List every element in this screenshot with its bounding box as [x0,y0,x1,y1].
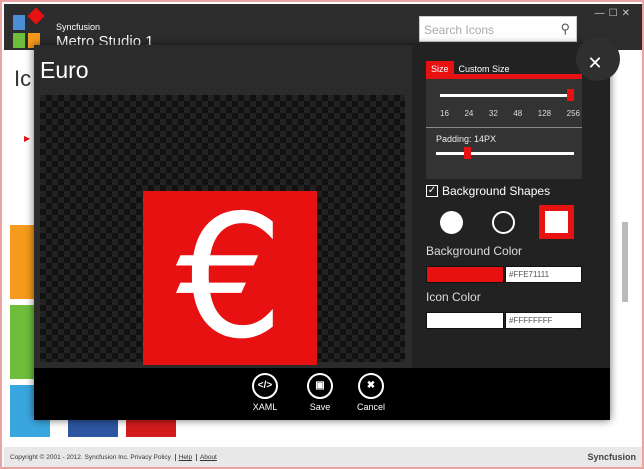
tick: 24 [464,109,474,118]
search-placeholder: Search Icons [424,23,495,37]
divider [426,127,582,128]
preview-canvas: € [40,95,405,365]
about-link[interactable]: About [195,454,217,461]
copyright-text: Copyright © 2001 - 2012. Syncfusion Inc.… [10,454,171,461]
tab-size[interactable]: Size [426,61,454,76]
search-icon[interactable]: ⚲ [560,21,570,37]
tick: 16 [440,109,449,118]
background-heading: Ic [14,66,32,91]
tick: 48 [513,109,523,118]
background-color-swatch[interactable] [426,266,504,283]
status-bar: Copyright © 2001 - 2012. Syncfusion Inc.… [4,447,642,467]
cancel-button[interactable]: ✖ Cancel [346,373,396,412]
scrollbar[interactable] [622,222,628,302]
search-input[interactable]: Search Icons ⚲ [419,16,577,42]
expand-arrow-icon[interactable]: ▶ [24,134,30,143]
background-shapes-label: Background Shapes [442,184,551,198]
outlined-circle-shape[interactable] [492,211,515,234]
euro-icon-preview: € [143,191,317,365]
tab-custom-size[interactable]: Custom Size [454,61,515,76]
save-label: Save [309,402,331,412]
window-controls[interactable]: —☐✕ [595,8,634,19]
icon-color-label: Icon Color [426,290,481,304]
padding-slider[interactable] [436,152,574,155]
tick: 256 [566,109,580,118]
background-color-input[interactable]: #FFE71111 [505,266,582,283]
cancel-label: Cancel [356,402,385,412]
xaml-label: XAML [252,402,278,412]
icon-editor-dialog: Euro € Size Custom Size 16 24 32 48 128 256 Pa… [34,37,620,420]
background-color-label: Background Color [426,244,523,258]
settings-panel: Size Custom Size 16 24 32 48 128 256 Padding: … [412,45,610,368]
dialog-title: Euro [40,57,89,83]
background-shapes-checkbox[interactable]: ✓ Background Shapes [426,184,550,198]
size-slider-thumb[interactable] [567,89,574,101]
brand-company: Syncfusion [56,22,101,32]
save-button[interactable]: ▣ Save [295,373,345,412]
size-panel: 16 24 32 48 128 256 Padding: 14PX [426,79,582,179]
help-link[interactable]: Help [174,454,193,461]
icon-color-input[interactable]: #FFFFFFFF [505,312,582,329]
size-slider[interactable] [440,94,572,97]
checkbox-icon[interactable]: ✓ [426,185,438,197]
cancel-icon: ✖ [358,373,384,399]
save-icon: ▣ [307,373,333,399]
close-button[interactable]: ✕ [576,37,620,81]
code-icon: </> [252,373,278,399]
padding-label: Padding: 14PX [436,134,497,144]
title-bar: Syncfusion Metro Studio 1 Search Icons ⚲ … [4,4,642,50]
tick: 128 [537,109,552,118]
filled-circle-shape[interactable] [440,211,463,234]
icon-color-swatch[interactable] [426,312,504,329]
syncfusion-logo: Syncfusion [587,452,636,462]
tick: 32 [488,109,498,118]
size-tabs: Size Custom Size [426,59,582,79]
size-ticks: 16 24 32 48 128 256 [440,109,580,118]
xaml-button[interactable]: </> XAML [240,373,290,412]
square-shape-selected[interactable] [539,205,574,239]
padding-slider-thumb[interactable] [464,147,471,159]
dialog-footer: </> XAML ▣ Save ✖ Cancel [34,368,610,420]
